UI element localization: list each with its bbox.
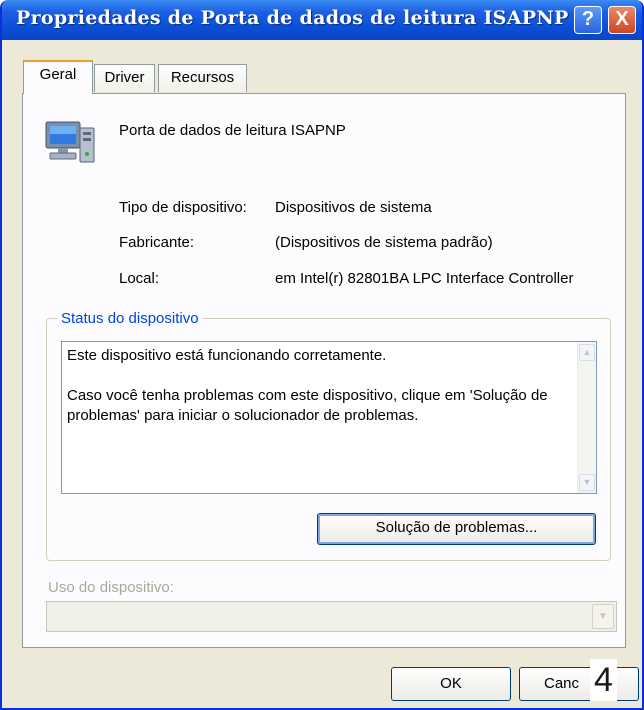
troubleshoot-button[interactable]: Solução de problemas... <box>317 513 596 545</box>
tab-geral[interactable]: Geral <box>23 60 93 94</box>
scroll-down-arrow-icon[interactable]: ▼ <box>579 474 595 491</box>
manufacturer-value: (Dispositivos de sistema padrão) <box>275 234 493 251</box>
close-button[interactable]: X <box>608 6 636 34</box>
status-scrollbar[interactable]: ▲ ▼ <box>577 342 596 493</box>
step-number-annotation: 4 <box>590 659 617 701</box>
ok-button-label: OK <box>440 675 462 692</box>
cancel-button-label: Canc <box>544 675 580 692</box>
device-status-text: Este dispositivo está funcionando corret… <box>67 347 548 424</box>
troubleshoot-button-label: Solução de problemas... <box>375 519 538 536</box>
device-status-legend: Status do dispositivo <box>58 310 202 327</box>
tab-label: Geral <box>39 66 77 83</box>
location-value: em Intel(r) 82801BA LPC Interface Contro… <box>275 270 574 287</box>
tab-label: Driver <box>104 69 145 86</box>
device-name: Porta de dados de leitura ISAPNP <box>119 122 346 139</box>
device-usage-select[interactable]: ▼ <box>46 601 617 632</box>
title-bar[interactable]: Propriedades de Porta de dados de leitur… <box>2 0 642 40</box>
scroll-up-arrow-icon[interactable]: ▲ <box>579 344 595 361</box>
device-status-textbox[interactable]: Este dispositivo está funcionando corret… <box>61 341 597 494</box>
close-icon: X <box>615 8 629 30</box>
device-type-label: Tipo de dispositivo: <box>119 199 247 216</box>
tab-recursos[interactable]: Recursos <box>158 64 247 92</box>
properties-dialog: Propriedades de Porta de dados de leitur… <box>0 0 644 710</box>
window-title: Propriedades de Porta de dados de leitur… <box>16 7 569 29</box>
computer-device-icon <box>45 121 95 163</box>
chevron-down-icon[interactable]: ▼ <box>592 604 614 629</box>
help-button[interactable]: ? <box>574 6 602 34</box>
cancel-button[interactable]: Canc <box>519 667 639 701</box>
device-type-value: Dispositivos de sistema <box>275 199 432 216</box>
device-usage-label: Uso do dispositivo: <box>48 579 174 596</box>
question-mark-icon: ? <box>581 8 595 30</box>
tab-driver[interactable]: Driver <box>94 64 155 92</box>
ok-button[interactable]: OK <box>391 667 511 701</box>
location-label: Local: <box>119 270 160 287</box>
tab-label: Recursos <box>170 69 235 86</box>
manufacturer-label: Fabricante: <box>119 234 195 251</box>
